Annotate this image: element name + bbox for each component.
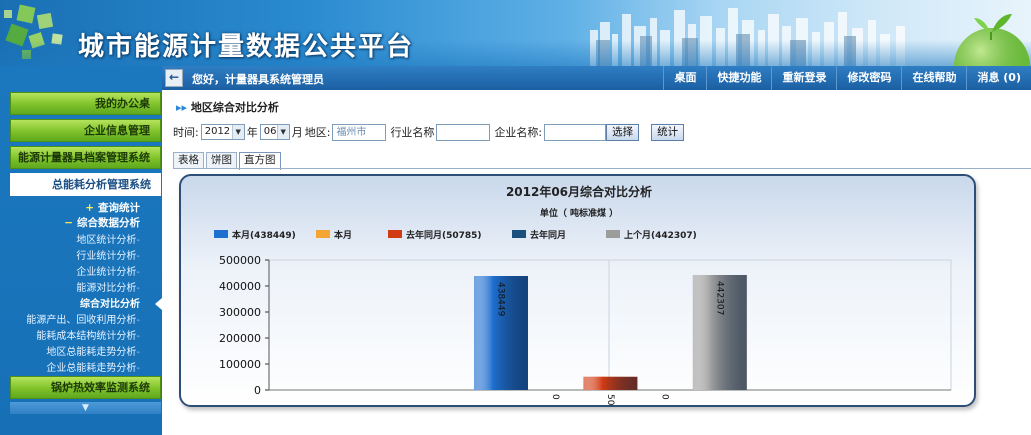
month-select-value: 06 xyxy=(263,126,277,137)
sidebar-item-region-stats[interactable]: 地区统计分析- xyxy=(0,231,152,246)
collapse-minus-icon: − xyxy=(64,217,73,229)
sidebar-item-region-trend[interactable]: 地区总能耗走势分析- xyxy=(0,343,152,358)
double-arrow-icon: ▸▸ xyxy=(176,101,188,114)
sidebar-item-label: 行业统计分析 xyxy=(76,251,137,262)
year-select-value: 2012 xyxy=(204,126,231,137)
y-tick-label: 400000 xyxy=(219,280,261,293)
group-query-stats[interactable]: + 查询统计 xyxy=(0,200,152,215)
nav-messages-link[interactable]: 消息 (0) xyxy=(966,66,1031,90)
nav-help-link[interactable]: 在线帮助 xyxy=(901,66,966,90)
stats-button[interactable]: 统计 xyxy=(651,123,685,141)
legend-swatch xyxy=(606,230,620,238)
group-query-label: 查询统计 xyxy=(98,202,140,214)
legend-label: 去年同月(50785) xyxy=(406,229,482,241)
sidebar-item-cost-structure[interactable]: 能耗成本结构统计分析- xyxy=(0,327,152,342)
chevron-down-icon: ▼ xyxy=(276,125,289,139)
year-unit: 年 xyxy=(246,126,258,139)
company-input[interactable] xyxy=(544,123,607,141)
scroll-down-icon[interactable]: ▼ xyxy=(10,402,161,414)
menu-company-info[interactable]: 企业信息管理 xyxy=(10,119,161,142)
legend-swatch xyxy=(512,230,526,238)
legend-label: 本月 xyxy=(334,229,352,241)
page-title: 地区综合对比分析 xyxy=(190,101,279,114)
menu-my-desk[interactable]: 我的办公桌 xyxy=(10,92,161,115)
chevron-down-icon: ▼ xyxy=(231,125,244,139)
industry-label: 行业名称 xyxy=(390,126,435,139)
sidebar-item-label: 能耗成本结构统计分析 xyxy=(36,331,137,342)
legend-swatch xyxy=(214,230,228,238)
legend-label: 上个月(442307) xyxy=(624,229,697,241)
menu-meter-archive[interactable]: 能源计量器具档案管理系统 xyxy=(10,146,161,169)
header-banner: 城市能源计量数据公共平台 xyxy=(0,0,1031,66)
chart-title: 2012年06月综合对比分析 xyxy=(506,184,652,199)
app-title: 城市能源计量数据公共平台 xyxy=(78,32,415,62)
active-item-pointer-icon xyxy=(155,298,162,310)
sidebar-item-comprehensive-compare[interactable]: 综合对比分析 xyxy=(0,295,152,310)
sidebar-item-label: 企业总能耗走势分析 xyxy=(46,363,137,374)
region-input[interactable]: 福州市 xyxy=(332,123,387,141)
view-tabs: 表格 饼图 直方图 xyxy=(173,152,283,170)
sidebar-item-company-stats[interactable]: 企业统计分析- xyxy=(0,263,152,278)
sidebar-item-label: 企业统计分析 xyxy=(76,267,137,278)
legend-swatch xyxy=(316,230,330,238)
industry-input[interactable] xyxy=(436,123,491,141)
group-comprehensive-label: 综合数据分析 xyxy=(77,217,140,229)
top-nav-links: 桌面 快捷功能 重新登录 修改密码 在线帮助 消息 (0) xyxy=(663,66,1031,90)
breadcrumb: ▸▸ 地区综合对比分析 xyxy=(176,99,279,115)
year-select[interactable]: 2012 ▼ xyxy=(200,124,245,140)
plot-frame xyxy=(268,259,952,391)
chart-panel: 2012年06月综合对比分析 单位（ 吨标准煤 ） 本月(438449) 本月 去年同月… xyxy=(179,174,976,407)
filter-bar: 时间: 2012 ▼ 年 06 ▼ 月 地区: 福州市 行业名称 企业名称: 选择 … xyxy=(173,123,685,141)
back-arrow-icon[interactable]: ← xyxy=(165,69,183,87)
sidebar-item-energy-compare[interactable]: 能源对比分析- xyxy=(0,279,152,294)
tab-divider xyxy=(173,168,1031,169)
top-nav-bar: ← 您好，计量器具系统管理员 桌面 快捷功能 重新登录 修改密码 在线帮助 消息… xyxy=(162,66,1031,90)
month-unit: 月 xyxy=(291,126,303,139)
bar-value-label: 50785 xyxy=(605,394,615,407)
nav-shortcuts-link[interactable]: 快捷功能 xyxy=(706,66,771,90)
bar-value-label: 442307 xyxy=(714,281,724,315)
sidebar-item-industry-stats[interactable]: 行业统计分析- xyxy=(0,247,152,262)
bar-chart: 2012年06月综合对比分析单位（ 吨标准煤 ） 本月(438449) 本月 去年同月… xyxy=(214,184,952,407)
tab-pie[interactable]: 饼图 xyxy=(206,152,237,169)
sidebar-item-label: 地区统计分析 xyxy=(76,235,137,246)
chart-subtitle: 单位（ 吨标准煤 ） xyxy=(540,207,618,219)
sidebar-item-label: 能源产出、回收利用分析 xyxy=(26,315,137,326)
tab-table[interactable]: 表格 xyxy=(173,152,204,169)
menu-energy-analysis[interactable]: 总能耗分析管理系统 xyxy=(10,173,161,196)
y-tick-label: 0 xyxy=(254,384,261,397)
nav-relogin-link[interactable]: 重新登录 xyxy=(771,66,836,90)
sidebar-item-company-trend[interactable]: 企业总能耗走势分析- xyxy=(0,359,152,374)
main-content: ▸▸ 地区综合对比分析 时间: 2012 ▼ 年 06 ▼ 月 地区: 福州市 行业… xyxy=(162,90,1031,435)
nav-change-password-link[interactable]: 修改密码 xyxy=(836,66,901,90)
bar-value-label: 0 xyxy=(660,394,670,400)
sidebar-item-output-recycle[interactable]: 能源产出、回收利用分析- xyxy=(0,311,152,326)
bar-shading xyxy=(583,376,638,390)
bar-value-label: 0 xyxy=(550,394,560,400)
legend-swatch xyxy=(388,230,402,238)
nav-desktop-link[interactable]: 桌面 xyxy=(663,66,706,90)
month-select[interactable]: 06 ▼ xyxy=(259,124,290,140)
sidebar-item-label: 地区总能耗走势分析 xyxy=(46,347,137,358)
y-tick-label: 300000 xyxy=(219,306,261,319)
globe-sprout-icon xyxy=(954,14,1030,66)
time-label: 时间: xyxy=(173,126,199,139)
user-greeting: 您好，计量器具系统管理员 xyxy=(192,73,324,86)
legend-label: 本月(438449) xyxy=(232,229,296,241)
menu-boiler-efficiency[interactable]: 锅炉热效率监测系统 xyxy=(10,376,161,399)
y-tick-label: 500000 xyxy=(219,254,261,267)
expand-plus-icon: + xyxy=(85,202,94,214)
sidebar: 我的办公桌 企业信息管理 能源计量器具档案管理系统 总能耗分析管理系统 + 查询统… xyxy=(0,66,162,435)
legend-label: 去年同月 xyxy=(530,229,566,241)
company-label: 企业名称: xyxy=(494,126,543,139)
y-tick-label: 100000 xyxy=(219,358,261,371)
y-tick-label: 200000 xyxy=(219,332,261,345)
sidebar-item-label: 能源对比分析 xyxy=(76,283,137,294)
select-button[interactable]: 选择 xyxy=(606,123,640,141)
group-comprehensive[interactable]: − 综合数据分析 xyxy=(0,215,152,230)
region-label: 地区: xyxy=(304,126,331,139)
bar-value-label: 438449 xyxy=(496,282,506,317)
sidebar-item-label: 综合对比分析 xyxy=(80,299,140,310)
